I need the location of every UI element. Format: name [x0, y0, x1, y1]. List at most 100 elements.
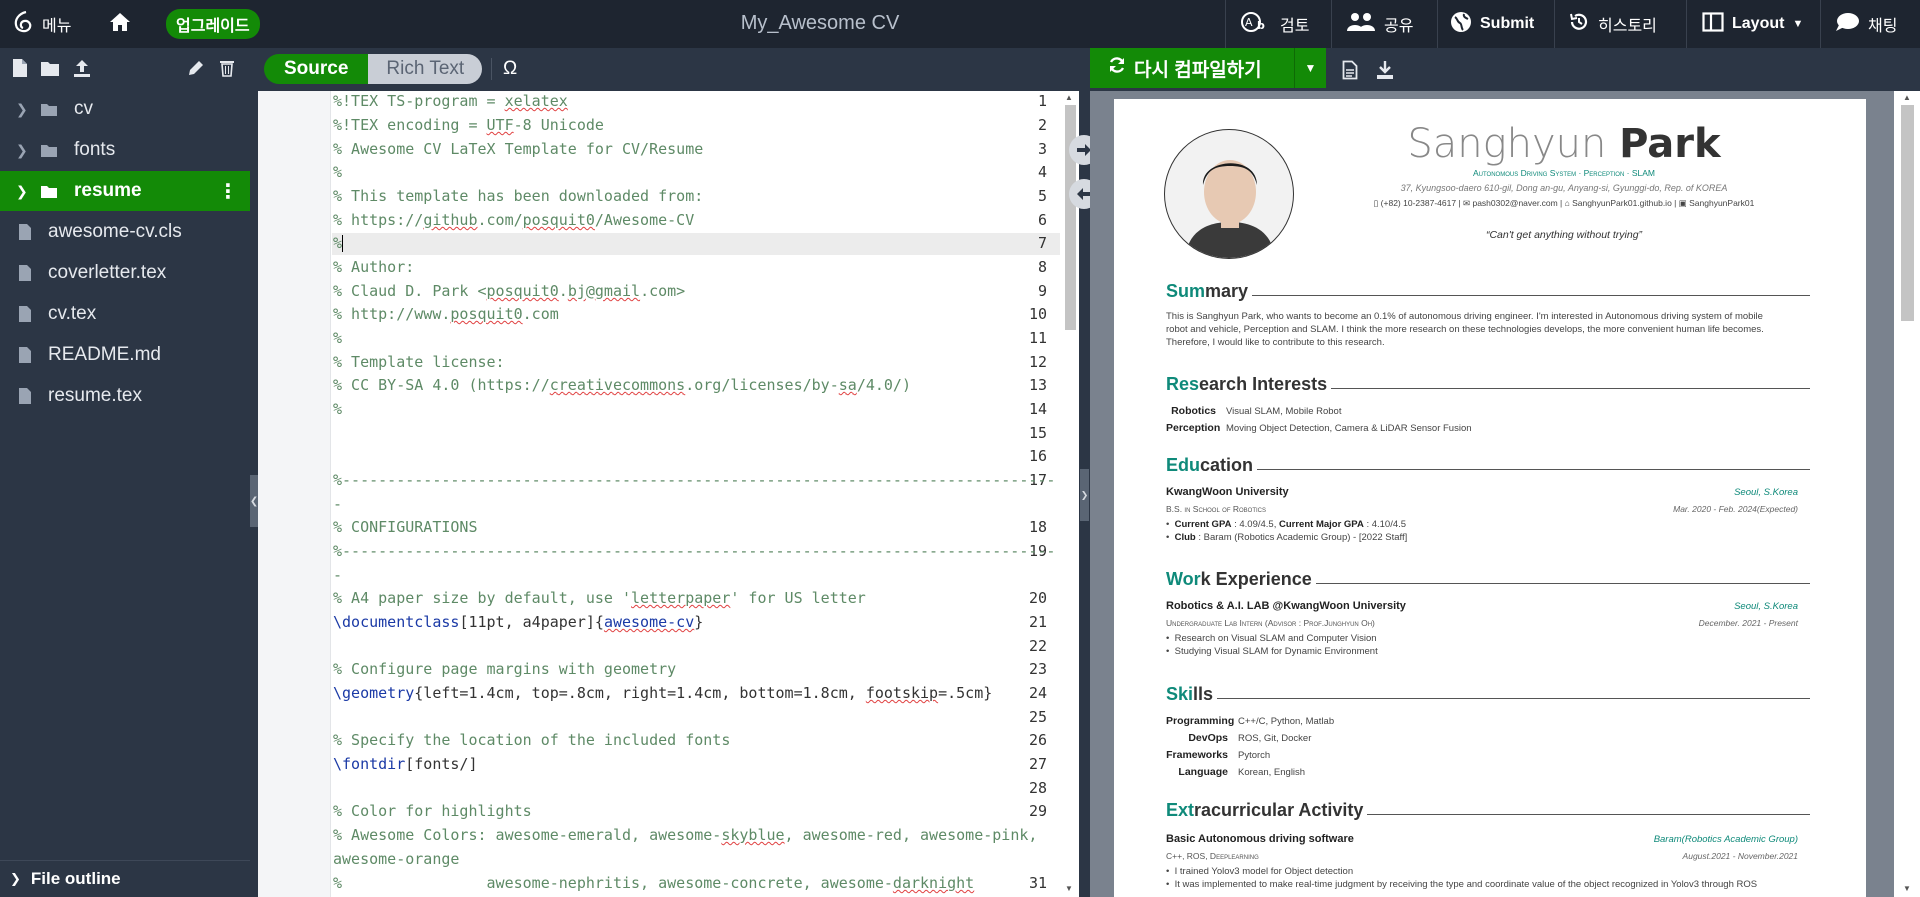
section-education: Edu cation — [1166, 454, 1810, 476]
tree-folder-resume[interactable]: ❯ resume ⋮ — [0, 171, 250, 211]
research-label: Perception — [1166, 422, 1221, 434]
pane-divider[interactable]: ❯ — [1079, 48, 1090, 897]
code-line: \geometry{left=1.4cm, top=.8cm, right=1.… — [333, 684, 993, 702]
scroll-down-icon[interactable]: ▼ — [1903, 884, 1911, 893]
code-line: % http://www.posquit0.com — [333, 305, 559, 323]
tree-file-awesome-cv-cls[interactable]: awesome-cv.cls — [0, 212, 250, 252]
pdf-page: Sanghyun Park Autonomous Driving System … — [1114, 99, 1866, 897]
divider — [1554, 0, 1555, 48]
scroll-up-icon[interactable]: ▲ — [1065, 93, 1073, 102]
editor-scrollbar[interactable]: ▲ ▼ — [1061, 91, 1079, 897]
cv-quote: “Can't get anything without trying” — [1485, 229, 1643, 241]
collapse-right-icon[interactable]: ❯ — [1080, 469, 1089, 521]
line-number: 13 — [1028, 376, 1047, 394]
globe-icon — [1450, 11, 1472, 38]
tree-folder-fonts[interactable]: ❯ fonts — [0, 130, 250, 170]
upgrade-button[interactable]: 업그레이드 — [166, 0, 260, 48]
summary-text: Therefore, I would like to contribute to… — [1166, 337, 1385, 348]
pdf-scrollbar[interactable]: ▲ ▼ — [1894, 91, 1920, 897]
tree-file-coverletter-tex[interactable]: coverletter.tex — [0, 253, 250, 293]
edu-degree: B.S. in School of Robotics — [1166, 504, 1266, 514]
download-pdf-icon[interactable] — [1375, 60, 1395, 85]
line-number: 10 — [1028, 305, 1047, 323]
tab-rich-text[interactable]: Rich Text — [368, 54, 483, 84]
tab-source[interactable]: Source — [264, 54, 369, 84]
section-extracurricular: Ext racurricular Activity — [1166, 799, 1810, 821]
share-button[interactable]: 공유 — [1346, 0, 1413, 48]
chat-button[interactable]: 채팅 — [1834, 0, 1897, 48]
submit-button[interactable]: Submit — [1450, 0, 1534, 48]
users-icon — [1346, 11, 1376, 38]
scroll-up-icon[interactable]: ▲ — [1903, 93, 1911, 102]
section-research-interests: Res earch Interests — [1166, 373, 1810, 395]
tree-file-resume-tex[interactable]: resume.tex — [0, 376, 250, 416]
section-work-experience: Wor k Experience — [1166, 568, 1810, 590]
cv-position: Autonomous Driving System · Perception ·… — [1472, 168, 1656, 178]
file-tree-panel: ❯ cv ❯ fonts ❯ resume ⋮ awesome-cv.cls c… — [0, 48, 250, 897]
pdf-preview[interactable]: Sanghyun Park Autonomous Driving System … — [1090, 91, 1920, 897]
tree-splitter[interactable]: ❮ — [250, 48, 258, 897]
history-button[interactable]: 히스토리 — [1568, 0, 1657, 48]
work-org: Robotics & A.I. LAB @KwangWoon Universit… — [1166, 600, 1406, 612]
research-value: Moving Object Detection, Camera & LiDAR … — [1226, 423, 1472, 434]
cv-address: 37, Kyungsoo-daero 610-gil, Dong an-gu, … — [1400, 183, 1728, 193]
menu-button[interactable]: 메뉴 — [12, 0, 71, 48]
line-number: 18 — [1028, 518, 1047, 536]
home-button[interactable] — [108, 0, 132, 48]
scrollbar-thumb[interactable] — [1901, 105, 1914, 321]
line-number: 25 — [1028, 708, 1047, 726]
divider — [1437, 0, 1438, 48]
line-number: 14 — [1028, 400, 1047, 418]
new-file-icon[interactable] — [12, 58, 28, 78]
line-number: 8 — [1037, 258, 1047, 276]
summary-text: This is Sanghyun Park, who wants to beco… — [1166, 311, 1763, 322]
view-logs-icon[interactable] — [1342, 60, 1358, 85]
code-line: % https://github.com/posquit0/Awesome-CV — [333, 211, 695, 229]
line-number: 16 — [1028, 447, 1047, 465]
scroll-down-icon[interactable]: ▼ — [1065, 884, 1073, 893]
code-line: % Claud D. Park <posquit0.bj@gmail.com> — [333, 282, 686, 300]
upload-icon[interactable] — [72, 58, 92, 78]
skill-label: Frameworks — [1166, 749, 1228, 761]
tree-folder-cv[interactable]: ❯ cv — [0, 89, 250, 129]
recompile-options-icon[interactable]: ▼ — [1294, 48, 1326, 88]
code-line: % — [333, 329, 343, 347]
delete-trash-icon[interactable] — [219, 58, 235, 78]
tree-file-cv-tex[interactable]: cv.tex — [0, 294, 250, 334]
overleaf-logo-icon — [12, 10, 34, 39]
new-folder-icon[interactable] — [40, 58, 60, 78]
rename-pencil-icon[interactable] — [187, 58, 205, 78]
cv-name: Sanghyun Park — [1407, 121, 1721, 167]
symbol-palette-button[interactable]: Ω — [503, 54, 517, 84]
edu-club: • Club : Baram (Robotics Academic Group)… — [1166, 532, 1408, 543]
svg-text:b: b — [1257, 19, 1265, 32]
code-line: % — [333, 163, 343, 181]
section-summary: Sum mary — [1166, 280, 1810, 302]
layout-button[interactable]: Layout ▼ — [1702, 0, 1803, 48]
edu-location: Seoul, S.Korea — [1734, 487, 1798, 498]
code-line: \fontdir[fonts/] — [333, 755, 478, 773]
history-icon — [1568, 11, 1590, 38]
line-number: 6 — [1037, 211, 1047, 229]
file-outline-toggle[interactable]: ❯ File outline — [0, 860, 250, 897]
chat-icon — [1834, 11, 1860, 38]
code-editor[interactable]: 1 2 3 4 5 6 7 8 9 10 11 12 13 14 15 16 1… — [258, 91, 1061, 897]
edu-date: Mar. 2020 - Feb. 2024(Expected) — [1673, 504, 1798, 514]
line-number: 21 — [1028, 613, 1047, 631]
project-title[interactable]: My_Awesome CV — [560, 0, 1080, 48]
code-line: awesome-orange — [333, 850, 460, 868]
layout-icon — [1702, 11, 1724, 37]
code-line: % Author: — [333, 258, 415, 276]
extra-tags: C++, ROS, Deeplearning — [1166, 851, 1259, 861]
file-icon — [18, 305, 38, 323]
pdf-toolbar: 다시 컴파일하기 ▼ — [1090, 48, 1920, 91]
recompile-button[interactable]: 다시 컴파일하기 ▼ — [1090, 48, 1326, 88]
line-number: 4 — [1037, 163, 1047, 181]
kebab-menu-icon[interactable]: ⋮ — [218, 179, 238, 204]
collapse-left-icon[interactable]: ❮ — [250, 475, 258, 527]
skill-label: Programming — [1166, 715, 1235, 727]
code-line: %!TEX TS-program = xelatex — [333, 92, 568, 110]
tree-file-readme-md[interactable]: README.md — [0, 335, 250, 375]
review-button[interactable]: Ab 검토 — [1240, 0, 1309, 48]
line-number: 31 — [1028, 874, 1047, 892]
